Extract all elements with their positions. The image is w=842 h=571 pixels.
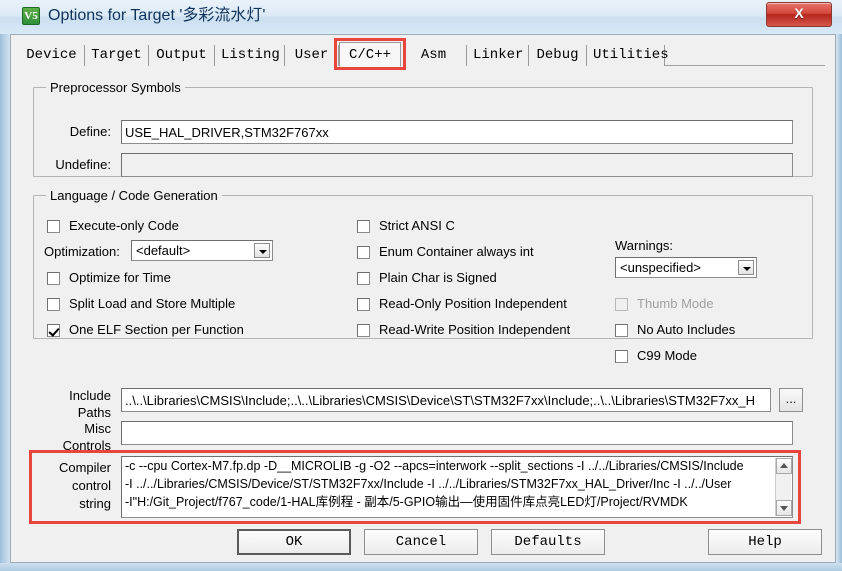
warnings-value: <unspecified> [620, 260, 701, 275]
label-no-auto-includes: No Auto Includes [637, 322, 736, 337]
checkbox-split-load-and-store-multiple[interactable] [47, 298, 60, 311]
close-icon: X [794, 5, 804, 21]
optimization-value: <default> [136, 243, 191, 258]
undefine-input[interactable] [121, 153, 793, 177]
misc-controls-label-line1: Misc [84, 421, 111, 436]
tab-user[interactable]: User [285, 45, 339, 66]
tab-c-cpp[interactable]: C/C++ [339, 42, 401, 67]
misc-controls-input[interactable] [121, 421, 793, 445]
warnings-label: Warnings: [615, 238, 674, 253]
undefine-label: Undefine: [55, 157, 111, 172]
warnings-select[interactable]: <unspecified> [615, 257, 757, 278]
optimization-select[interactable]: <default> [131, 240, 273, 261]
checkbox-plain-char-is-signed[interactable] [357, 272, 370, 285]
keil-app-icon: V5 [22, 7, 40, 25]
cancel-button[interactable]: Cancel [364, 529, 478, 555]
tab-output[interactable]: Output [149, 45, 215, 66]
label-optimize-for-time: Optimize for Time [69, 270, 171, 285]
checkbox-enum-container-always-int[interactable] [357, 246, 370, 259]
tab-linker[interactable]: Linker [467, 45, 529, 66]
checkbox-no-auto-includes[interactable] [615, 324, 628, 337]
tab-listing[interactable]: Listing [215, 45, 285, 66]
compiler-control-string-label-line1: Compiler [58, 460, 111, 475]
checkbox-strict-ansi-c[interactable] [357, 220, 370, 233]
label-plain-char-is-signed: Plain Char is Signed [379, 270, 497, 285]
misc-controls-label-line2: Controls [62, 438, 111, 453]
checkbox-optimize-for-time[interactable] [47, 272, 60, 285]
label-one-elf-section-per-function: One ELF Section per Function [69, 322, 244, 337]
chevron-down-icon[interactable] [254, 243, 270, 258]
checkbox-execute-only-code[interactable] [47, 220, 60, 233]
compiler-string-scrollbar[interactable] [775, 458, 792, 516]
label-split-load-and-store-multiple: Split Load and Store Multiple [69, 296, 236, 311]
language-group-title: Language / Code Generation [46, 188, 222, 203]
checkbox-read-write-position-independent[interactable] [357, 324, 370, 337]
label-strict-ansi-c: Strict ANSI C [379, 218, 455, 233]
compiler-string-line-3: -I"H:/Git_Project/f767_code/1-HAL库例程 - 副… [125, 495, 688, 509]
tab-debug[interactable]: Debug [529, 45, 587, 66]
compiler-control-string-textarea[interactable]: -c --cpu Cortex-M7.fp.dp -D__MICROLIB -g… [121, 456, 793, 518]
checkbox-c99-mode[interactable] [615, 350, 628, 363]
dialog-client-area: Device Target Output Listing User C/C++ … [10, 34, 836, 563]
include-paths-label-line1: Include [69, 388, 111, 403]
help-button[interactable]: Help [708, 529, 822, 555]
tab-target[interactable]: Target [85, 45, 149, 66]
checkbox-read-only-position-independent[interactable] [357, 298, 370, 311]
label-read-only-position-independent: Read-Only Position Independent [379, 296, 567, 311]
tab-strip: Device Target Output Listing User C/C++ … [19, 38, 825, 70]
ok-button[interactable]: OK [237, 529, 351, 555]
label-read-write-position-independent: Read-Write Position Independent [379, 322, 571, 337]
tab-device[interactable]: Device [19, 45, 85, 66]
window-title: Options for Target '多彩流水灯' [48, 7, 266, 24]
compiler-control-string-label-line2: control [71, 478, 111, 493]
include-paths-label-line2: Paths [77, 405, 111, 420]
compiler-string-line-1: -c --cpu Cortex-M7.fp.dp -D__MICROLIB -g… [125, 459, 744, 473]
close-button[interactable]: X [766, 2, 832, 27]
window-frame-right [836, 0, 842, 571]
window-frame-bottom [0, 563, 842, 571]
checkbox-one-elf-section-per-function[interactable] [47, 324, 60, 337]
preprocessor-group-title: Preprocessor Symbols [46, 80, 185, 95]
label-execute-only-code: Execute-only Code [69, 218, 179, 233]
include-paths-browse-button[interactable]: ... [779, 388, 803, 412]
scroll-down-icon[interactable] [776, 500, 792, 516]
tab-asm[interactable]: Asm [401, 45, 467, 66]
label-enum-container-always-int: Enum Container always int [379, 244, 534, 259]
include-paths-input[interactable]: ..\..\Libraries\CMSIS\Include;..\..\Libr… [121, 388, 771, 412]
scroll-up-icon[interactable] [776, 458, 792, 474]
defaults-button[interactable]: Defaults [491, 529, 605, 555]
tab-utilities[interactable]: Utilities [587, 45, 669, 66]
title-bar: V5 Options for Target '多彩流水灯' X [0, 0, 842, 34]
options-dialog: V5 Options for Target '多彩流水灯' X Device T… [0, 0, 842, 571]
define-input[interactable]: USE_HAL_DRIVER,STM32F767xx [121, 120, 793, 144]
compiler-control-string-label-line3: string [79, 496, 111, 511]
keil-app-icon-text: V5 [24, 10, 38, 22]
optimization-label: Optimization: [44, 244, 120, 259]
define-label: Define: [69, 124, 111, 139]
chevron-down-icon-warnings[interactable] [738, 260, 754, 275]
label-thumb-mode: Thumb Mode [637, 296, 714, 311]
checkbox-thumb-mode [615, 298, 628, 311]
label-c99-mode: C99 Mode [637, 348, 697, 363]
compiler-string-line-2: -I ../../Libraries/CMSIS/Device/ST/STM32… [125, 477, 732, 491]
